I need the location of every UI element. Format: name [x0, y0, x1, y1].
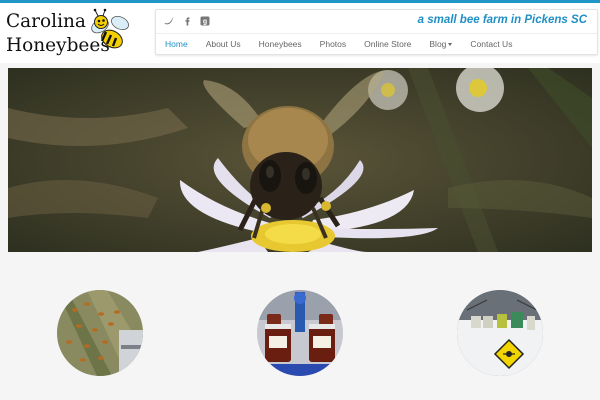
facebook-icon[interactable]: [182, 16, 192, 26]
twitter-icon[interactable]: [164, 16, 174, 26]
nav-honeybees[interactable]: Honeybees: [250, 39, 311, 49]
site-tagline: a small bee farm in Pickens SC: [417, 14, 587, 26]
nav-online-store[interactable]: Online Store: [355, 39, 420, 49]
nav-blog[interactable]: Blog: [420, 39, 461, 49]
nav-home[interactable]: Home: [156, 39, 197, 49]
svg-text:g: g: [203, 19, 207, 26]
nav-about-us[interactable]: About Us: [197, 39, 250, 49]
main-nav: Home About Us Honeybees Photos Online St…: [156, 35, 521, 53]
navigation-panel: g a small bee farm in Pickens SC Home Ab…: [155, 9, 598, 55]
nav-divider: [156, 33, 597, 34]
bee-mascot-icon: [91, 8, 129, 49]
nav-contact-us[interactable]: Contact Us: [461, 39, 521, 49]
feature-beehives-photo[interactable]: [457, 290, 543, 376]
feature-honey-jars-photo[interactable]: [257, 290, 343, 376]
nav-blog-label: Blog: [429, 39, 447, 49]
chevron-down-icon: [448, 43, 453, 47]
social-links: g: [164, 16, 210, 26]
hero-bee-on-flower-image: [8, 68, 592, 252]
site-logo[interactable]: Carolina Honeybees: [6, 8, 146, 60]
feature-bees-photo[interactable]: [57, 290, 143, 376]
site-header: Carolina Honeybees g a small bee farm in…: [0, 3, 600, 63]
nav-photos[interactable]: Photos: [311, 39, 355, 49]
google-plus-icon[interactable]: g: [200, 16, 210, 26]
